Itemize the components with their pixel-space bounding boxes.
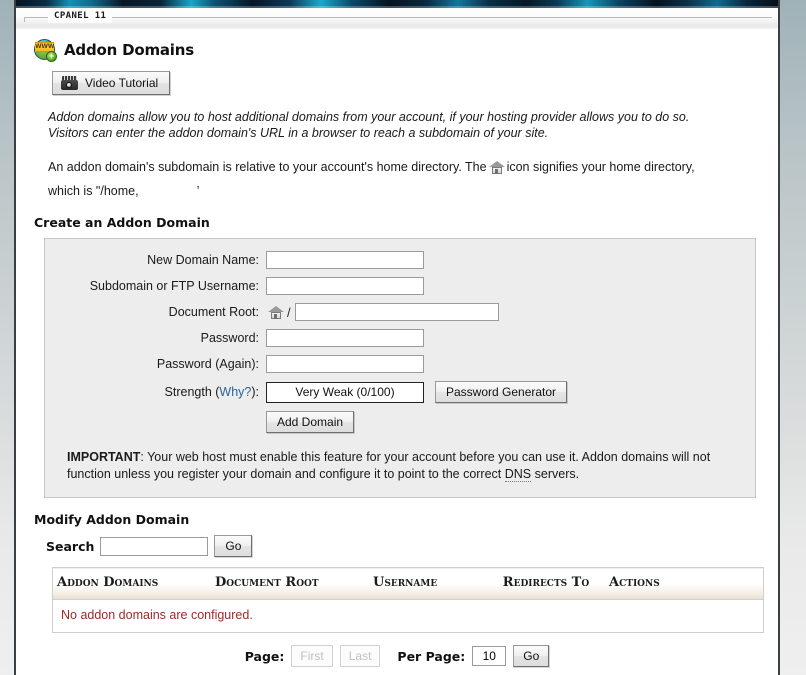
home-door <box>274 314 277 319</box>
cpanel-banner-image <box>16 0 778 8</box>
strength-label-prefix: Strength ( <box>164 385 220 399</box>
important-note: IMPORTANT: Your web host must enable thi… <box>67 449 733 483</box>
form-row-document-root: Document Root: / <box>45 303 755 321</box>
document-root-prefix: / <box>266 305 293 320</box>
strength-why-link[interactable]: Why? <box>219 385 251 399</box>
add-domain-button[interactable]: Add Domain <box>266 411 355 433</box>
new-domain-name-input[interactable] <box>266 251 424 269</box>
home-door <box>494 169 498 174</box>
search-input[interactable] <box>100 536 209 556</box>
form-row-password-again: Password (Again): <box>45 355 755 373</box>
create-addon-domain-panel: New Domain Name: Subdomain or FTP Userna… <box>44 238 756 498</box>
strength-label-suffix: ): <box>251 385 259 399</box>
form-row-password: Password: <box>45 329 755 347</box>
per-page-label: Per Page: <box>397 648 466 664</box>
label-strength: Strength (Why?): <box>45 385 266 399</box>
column-header-actions[interactable]: Actions <box>605 567 764 600</box>
table-header-row: Addon Domains Document Root Username Red… <box>52 567 764 600</box>
addon-domains-table: Addon Domains Document Root Username Red… <box>52 567 764 633</box>
page-title: Addon Domains <box>64 41 194 59</box>
intro-plain-paragraph: An addon domain's subdomain is relative … <box>48 155 758 203</box>
dns-abbreviation: DNS <box>504 467 532 482</box>
home-path-suffix: ’ <box>196 184 200 198</box>
page-label: Page: <box>244 648 285 664</box>
password-strength-meter: Very Weak (0/100) <box>266 381 424 403</box>
intro-italic-line-1: Addon domains allow you to host addition… <box>48 110 690 124</box>
home-icon-docroot <box>268 305 284 319</box>
label-password-again: Password (Again): <box>156 357 259 371</box>
label-password: Password: <box>200 331 259 345</box>
password-again-input[interactable] <box>266 355 424 373</box>
redacted-username <box>138 185 197 197</box>
form-row-strength: Strength (Why?): Very Weak (0/100) Passw… <box>45 381 755 403</box>
subdomain-ftp-username-input[interactable] <box>266 277 424 295</box>
form-row-submit: Add Domain <box>45 411 755 433</box>
home-icon <box>488 160 505 174</box>
video-tutorial-button[interactable]: Video Tutorial <box>52 71 171 95</box>
form-row-subdomain-ftp-username: Subdomain or FTP Username: <box>45 277 755 295</box>
search-go-button[interactable]: Go <box>214 535 253 557</box>
main-content: WWW + Addon Domains Video Tutorial Addon… <box>16 39 778 667</box>
search-row: Search Go <box>46 535 760 557</box>
pagination-bar: Page: First Last Per Page: Go <box>34 645 760 667</box>
label-new-domain-name: New Domain Name: <box>147 253 259 267</box>
per-page-go-button[interactable]: Go <box>513 645 550 667</box>
intro-italic-line-2: Visitors can enter the addon domain's UR… <box>48 126 549 140</box>
column-header-username[interactable]: Username <box>369 567 487 600</box>
intro-italic-paragraph: Addon domains allow you to host addition… <box>48 109 748 141</box>
label-subdomain-ftp-username: Subdomain or FTP Username: <box>89 279 259 293</box>
intro-plain-before-icon: An addon domain's subdomain is relative … <box>48 160 487 174</box>
table-body: No addon domains are configured. <box>53 600 764 633</box>
label-document-root: Document Root: <box>168 305 259 319</box>
table-header: Addon Domains Document Root Username Red… <box>52 567 764 600</box>
page-root: CPANEL 11 WWW + Addon Domains Video Tuto… <box>0 0 806 675</box>
password-input[interactable] <box>266 329 424 347</box>
important-bold-label: IMPORTANT <box>67 450 141 464</box>
camera-lens <box>66 82 72 88</box>
table-empty-row: No addon domains are configured. <box>53 600 764 633</box>
cpanel-legend-bar: CPANEL 11 <box>16 8 778 29</box>
column-header-redirects-to[interactable]: Redirects To <box>487 567 605 600</box>
cpanel-content-frame: CPANEL 11 WWW + Addon Domains Video Tuto… <box>14 0 780 675</box>
pagination-first-button: First <box>291 645 333 667</box>
intro-plain-after-icon: icon signifies your home directory, <box>506 160 695 174</box>
globe-plus-badge: + <box>46 51 57 62</box>
video-camera-icon <box>61 76 78 90</box>
page-title-row: WWW + Addon Domains <box>34 39 760 62</box>
per-page-input[interactable] <box>472 646 507 666</box>
modify-section-heading: Modify Addon Domain <box>34 512 190 527</box>
document-root-input[interactable] <box>294 303 499 321</box>
document-root-slash: / <box>287 304 291 320</box>
cpanel-version-label: CPANEL 11 <box>48 10 113 23</box>
pagination-last-button: Last <box>339 645 381 667</box>
www-globe-add-icon: WWW + <box>34 39 57 62</box>
legend-rule <box>24 17 772 22</box>
home-path-prefix: which is "/home, <box>48 184 139 198</box>
column-header-document-root[interactable]: Document Root <box>211 567 369 600</box>
important-text-part-2: servers. <box>531 467 580 481</box>
create-section-heading: Create an Addon Domain <box>34 215 210 230</box>
column-header-addon-domains[interactable]: Addon Domains <box>52 567 211 600</box>
search-label: Search <box>46 538 95 554</box>
password-generator-button[interactable]: Password Generator <box>435 381 568 403</box>
empty-state-message: No addon domains are configured. <box>61 608 253 622</box>
video-tutorial-label: Video Tutorial <box>85 76 159 90</box>
form-row-new-domain-name: New Domain Name: <box>45 251 755 269</box>
important-text-part-1: : Your web host must enable this feature… <box>67 450 711 481</box>
